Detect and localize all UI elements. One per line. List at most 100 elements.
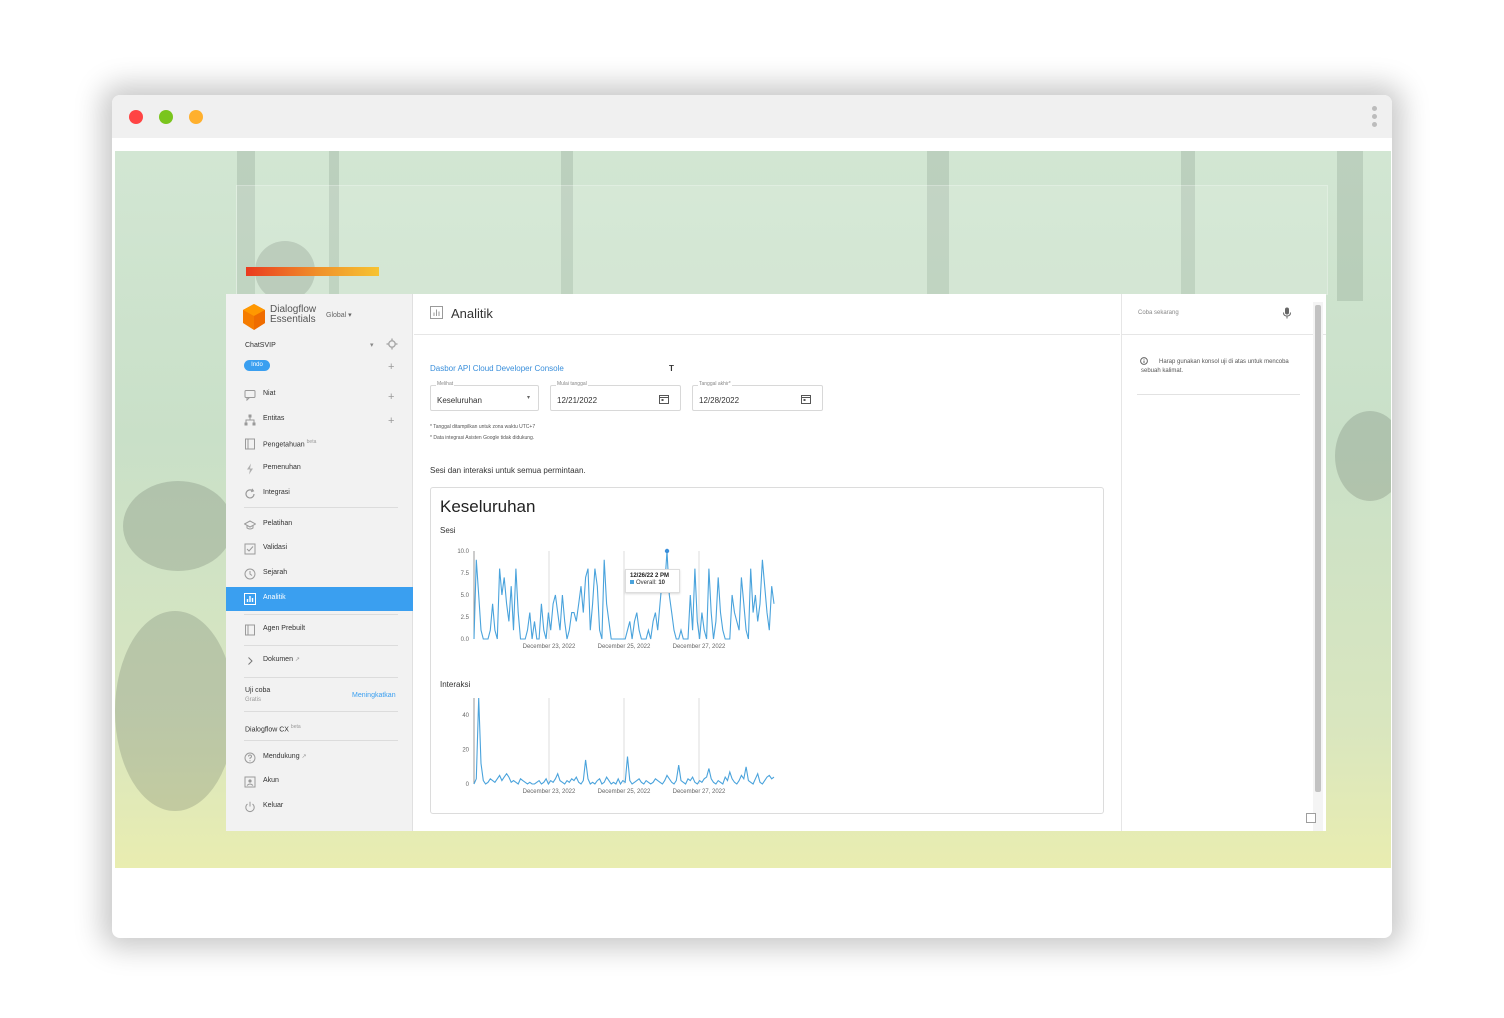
highlighted-point bbox=[664, 548, 670, 554]
divider bbox=[1137, 394, 1300, 395]
calendar-icon[interactable] bbox=[659, 394, 669, 404]
sidebar-item-label: Dokumen bbox=[263, 656, 293, 663]
divider bbox=[1122, 334, 1326, 335]
chart-icon bbox=[244, 593, 256, 605]
chart-intro: Sesi dan interaksi untuk semua permintaa… bbox=[430, 466, 586, 475]
sidebar: Dialogflow Essentials Global ▾ ChatSVIP … bbox=[226, 294, 413, 831]
microphone-icon[interactable] bbox=[1282, 307, 1292, 319]
power-icon bbox=[245, 801, 255, 812]
card-title: Keseluruhan bbox=[440, 497, 536, 516]
sidebar-item-label: Mendukung bbox=[263, 753, 300, 760]
start-date-label: Mulai tanggal bbox=[556, 381, 588, 387]
divider bbox=[244, 507, 398, 508]
divider bbox=[244, 645, 398, 646]
divider bbox=[244, 711, 398, 712]
start-date-value: 12/21/2022 bbox=[557, 396, 598, 405]
external-link-icon: ↗ bbox=[301, 754, 307, 760]
y-tick-label: 20 bbox=[462, 748, 469, 754]
hierarchy-icon bbox=[244, 414, 256, 426]
sidebar-item-sejarah[interactable]: Sejarah bbox=[226, 562, 413, 586]
y-tick-label: 0.0 bbox=[461, 637, 470, 643]
page-header: Analitik bbox=[414, 294, 1120, 335]
sidebar-item-pelatihan[interactable]: Pelatihan bbox=[226, 513, 413, 537]
add-intent-icon[interactable]: + bbox=[388, 392, 394, 403]
end-date-label: Tanggal akhir* bbox=[698, 381, 732, 387]
book-icon bbox=[245, 624, 255, 636]
sidebar-item-keluar[interactable]: Keluar bbox=[226, 795, 413, 819]
divider bbox=[244, 677, 398, 678]
region-select[interactable]: Global ▾ bbox=[326, 311, 352, 319]
dashboard-link[interactable]: Dasbor API Cloud Developer Console bbox=[430, 364, 564, 373]
more-vert-icon[interactable] bbox=[1372, 106, 1378, 128]
sidebar-item-pengetahuan[interactable]: Pengetahuan beta bbox=[226, 432, 413, 456]
external-link-icon: ↗ bbox=[294, 657, 300, 663]
accent-gradient-bar bbox=[246, 267, 379, 276]
sidebar-item-akun[interactable]: Akun bbox=[226, 770, 413, 794]
check-box-icon bbox=[244, 543, 256, 555]
y-tick-label: 5.0 bbox=[461, 593, 470, 599]
bolt-icon bbox=[247, 463, 253, 475]
language-badge[interactable]: Indo bbox=[244, 360, 270, 371]
maximize-dot[interactable] bbox=[159, 110, 173, 124]
sidebar-item-pemenuhan[interactable]: Pemenuhan bbox=[226, 457, 413, 481]
test-console: Coba sekarang Harap gunakan konsol uji d… bbox=[1121, 294, 1326, 831]
y-tick-label: 2.5 bbox=[461, 615, 470, 621]
trial-title: Uji coba bbox=[245, 687, 271, 694]
sidebar-item-analitik[interactable]: Analitik bbox=[226, 587, 413, 611]
calendar-icon[interactable] bbox=[801, 394, 811, 404]
dialogflow-cx-link[interactable]: Dialogflow CX beta bbox=[245, 724, 301, 733]
cursor-mark: T bbox=[669, 364, 674, 373]
start-date-field[interactable]: Mulai tanggal 12/21/2022 bbox=[550, 381, 681, 411]
page-title: Analitik bbox=[451, 306, 493, 321]
sessions-chart-title: Sesi bbox=[440, 526, 456, 535]
chat-icon bbox=[244, 390, 256, 401]
add-entity-icon[interactable]: + bbox=[388, 416, 394, 427]
sidebar-item-niat[interactable]: Niat bbox=[226, 383, 413, 407]
dialogflow-app: Dialogflow Essentials Global ▾ ChatSVIP … bbox=[226, 294, 1326, 831]
chevron-right-icon bbox=[248, 657, 253, 665]
divider bbox=[244, 740, 398, 741]
y-tick-label: 10.0 bbox=[457, 549, 469, 555]
gear-icon[interactable] bbox=[386, 338, 398, 350]
x-tick-label: December 25, 2022 bbox=[598, 644, 651, 650]
series-swatch bbox=[630, 580, 634, 585]
try-input[interactable]: Coba sekarang bbox=[1138, 310, 1179, 316]
sidebar-item-entitas[interactable]: Entitas bbox=[226, 408, 413, 432]
sidebar-item-validasi[interactable]: Validasi bbox=[226, 537, 413, 561]
graduation-cap-icon bbox=[244, 520, 256, 530]
minimize-dot[interactable] bbox=[189, 110, 203, 124]
chevron-down-icon[interactable]: ▾ bbox=[370, 341, 374, 349]
brand-name: Dialogflow Essentials bbox=[270, 304, 317, 325]
y-tick-label: 0 bbox=[466, 782, 470, 788]
x-tick-label: December 25, 2022 bbox=[598, 789, 651, 795]
y-tick-label: 7.5 bbox=[461, 571, 470, 577]
cx-label: Dialogflow CX bbox=[245, 726, 289, 734]
close-dot[interactable] bbox=[129, 110, 143, 124]
interactions-chart-title: Interaksi bbox=[440, 680, 471, 689]
trial-subtitle: Gratis bbox=[245, 697, 262, 703]
beta-tag: beta bbox=[290, 724, 301, 730]
browser-window: Dialogflow Essentials Global ▾ ChatSVIP … bbox=[112, 95, 1392, 938]
chart-icon bbox=[430, 306, 443, 319]
agent-name[interactable]: ChatSVIP bbox=[245, 342, 276, 349]
upgrade-link[interactable]: Meningkatkan bbox=[352, 692, 396, 699]
timezone-note: * Tanggal ditampilkan untuk zona waktu U… bbox=[430, 424, 536, 430]
assistant-note: * Data integrasi Asisten Google tidak di… bbox=[430, 435, 535, 441]
glass-panel bbox=[236, 185, 1328, 295]
analytics-card: Keseluruhan Sesi December 23, 2022 Decemb… bbox=[430, 487, 1104, 814]
sidebar-item-integrasi[interactable]: Integrasi bbox=[226, 482, 413, 506]
add-language-icon[interactable]: + bbox=[388, 362, 394, 373]
interactions-chart: December 23, 2022 December 25, 2022 Decemb… bbox=[462, 697, 775, 795]
end-date-field[interactable]: Tanggal akhir* 12/28/2022 bbox=[692, 381, 823, 411]
expand-icon[interactable] bbox=[1306, 813, 1316, 823]
sidebar-item-agen-prebuilt[interactable]: Agen Prebuilt bbox=[226, 618, 413, 642]
y-tick-label: 40 bbox=[462, 713, 469, 719]
sidebar-item-mendukung[interactable]: Mendukung ↗ bbox=[226, 746, 413, 770]
scrollbar-thumb[interactable] bbox=[1315, 305, 1321, 792]
view-select[interactable]: Melihat Keseluruhan ▾ bbox=[430, 381, 539, 411]
x-tick-label: December 23, 2022 bbox=[523, 789, 576, 795]
tooltip-value: 10 bbox=[658, 580, 666, 586]
x-tick-label: December 27, 2022 bbox=[673, 644, 726, 650]
title-bar bbox=[112, 95, 1392, 138]
sidebar-item-dokumen[interactable]: Dokumen ↗ bbox=[226, 649, 413, 673]
